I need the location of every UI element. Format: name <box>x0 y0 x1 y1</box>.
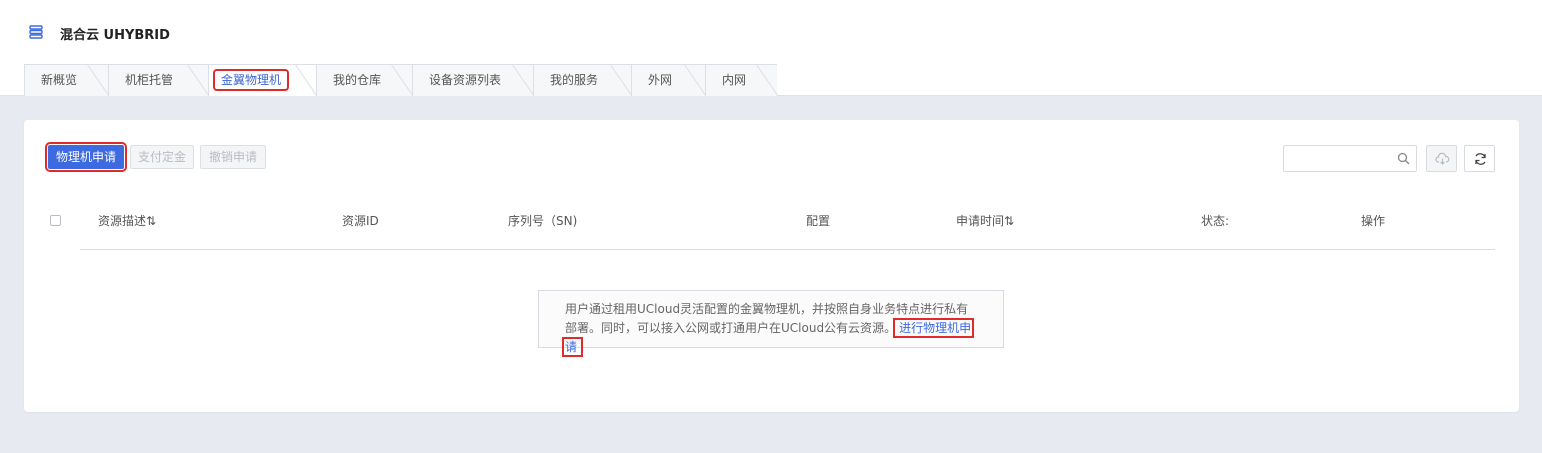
content-panel: 物理机申请 支付定金 撤销申请 资源描述⇅ 资源ID 序列号（SN) 配置 申请… <box>24 120 1519 412</box>
search-icon[interactable] <box>1397 152 1410 165</box>
tab-label: 我的仓库 <box>333 73 382 87</box>
column-serial-number: 序列号（SN) <box>508 214 578 228</box>
tab-label: 我的服务 <box>550 73 599 87</box>
revoke-application-button[interactable]: 撤销申请 <box>200 145 266 169</box>
refresh-button[interactable] <box>1464 145 1495 172</box>
tab-my-services[interactable]: 我的服务 <box>533 64 632 96</box>
tab-label: 金翼物理机 <box>212 69 290 91</box>
column-actions: 操作 <box>1361 214 1386 228</box>
tab-label: 设备资源列表 <box>429 73 502 87</box>
apply-physical-machine-button[interactable]: 物理机申请 <box>45 142 127 172</box>
empty-state-message: 用户通过租用UCloud灵活配置的金翼物理机，并按照自身业务特点进行私有部署。同… <box>538 290 1004 357</box>
tab-label: 机柜托管 <box>125 73 174 87</box>
tab-my-warehouse[interactable]: 我的仓库 <box>316 64 413 96</box>
cloud-download-icon <box>1435 152 1450 165</box>
column-config: 配置 <box>806 214 831 228</box>
tab-external-network[interactable]: 外网 <box>631 64 706 96</box>
tab-device-resources[interactable]: 设备资源列表 <box>412 64 534 96</box>
column-resource-desc[interactable]: 资源描述⇅ <box>98 212 156 229</box>
app-title: 混合云 UHYBRID <box>60 28 170 43</box>
tab-label: 新概览 <box>41 73 78 87</box>
table-header: 资源描述⇅ 资源ID 序列号（SN) 配置 申请时间⇅ 状态: 操作 <box>24 200 1519 250</box>
server-stack-icon <box>29 25 43 39</box>
refresh-icon <box>1475 153 1486 165</box>
search-input[interactable] <box>1283 145 1417 172</box>
column-apply-time[interactable]: 申请时间⇅ <box>956 212 1014 229</box>
tab-physical-machine[interactable]: 金翼物理机 <box>208 64 317 96</box>
column-resource-id: 资源ID <box>342 214 379 228</box>
select-all-checkbox[interactable] <box>50 215 61 226</box>
tab-label: 内网 <box>722 73 747 87</box>
tab-cabinet-hosting[interactable]: 机柜托管 <box>108 64 209 96</box>
header-divider <box>80 249 1495 250</box>
pay-deposit-button[interactable]: 支付定金 <box>130 145 194 169</box>
download-button[interactable] <box>1426 145 1457 172</box>
tab-overview[interactable]: 新概览 <box>24 64 109 96</box>
tab-internal-network[interactable]: 内网 <box>705 64 778 96</box>
top-bar: 混合云 UHYBRID 新概览 机柜托管 金翼物理机 我的仓库 设备资源列表 我… <box>0 0 1542 96</box>
column-status[interactable]: 状态: <box>1201 212 1229 229</box>
tab-label: 外网 <box>648 73 673 87</box>
